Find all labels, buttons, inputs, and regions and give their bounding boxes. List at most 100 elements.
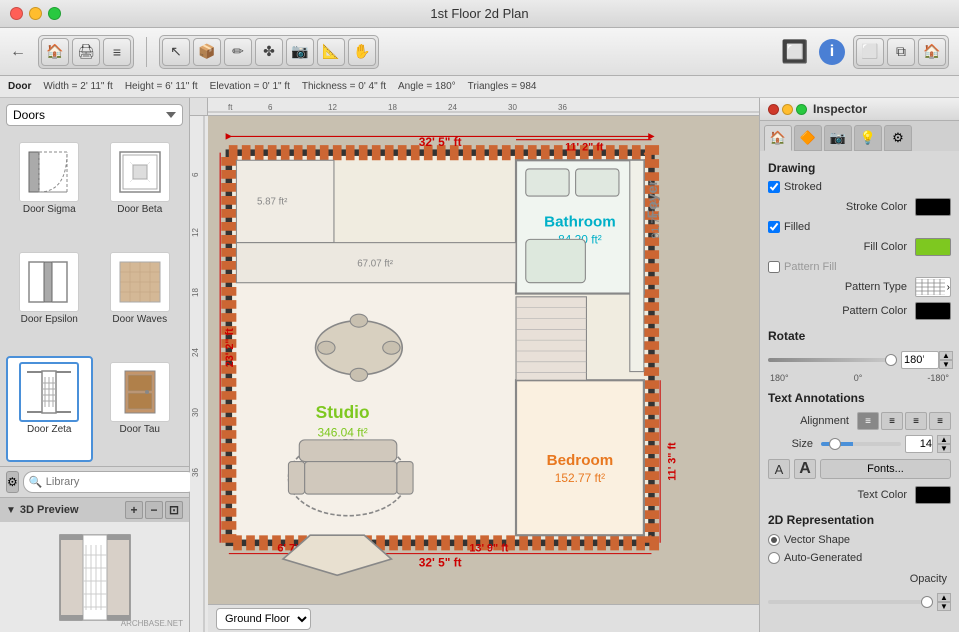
tab-light[interactable]: 💡 (854, 125, 882, 151)
door-label-sigma: Door Sigma (23, 204, 76, 215)
door-item-sigma[interactable]: Door Sigma (6, 136, 93, 242)
font-large-button[interactable]: A (794, 459, 816, 479)
preview-header: ▼ 3D Preview + − ⊡ (0, 498, 189, 522)
size-row: Size ▲ ▼ (768, 435, 951, 453)
transform-tool-button[interactable]: ✤ (255, 38, 283, 66)
info-button[interactable]: i (819, 39, 845, 65)
angle-label-zero: 0° (854, 373, 863, 383)
auto-generated-radio[interactable] (768, 552, 780, 564)
filled-checkbox[interactable] (768, 221, 780, 233)
svg-text:6: 6 (191, 172, 200, 177)
room-tool-button[interactable]: 🏠 (41, 38, 69, 66)
mini-close[interactable] (768, 104, 779, 115)
size-input[interactable] (905, 435, 933, 453)
fill-color-swatch[interactable] (915, 238, 951, 256)
angle-input[interactable] (901, 351, 939, 369)
3d-view-button[interactable]: 🏠 (918, 38, 946, 66)
mini-min[interactable] (782, 104, 793, 115)
size-down-button[interactable]: ▼ (937, 444, 951, 453)
measure-tool-button[interactable]: 📐 (317, 38, 345, 66)
camera-tool-button[interactable]: 📷 (286, 38, 314, 66)
mini-max[interactable] (796, 104, 807, 115)
minimize-button[interactable] (29, 7, 42, 20)
info-bar: Door Width = 2' 11" ft Height = 6' 11" f… (0, 76, 959, 98)
list-tool-button[interactable]: ≡ (103, 38, 131, 66)
tab-camera[interactable]: 📷 (824, 125, 852, 151)
search-input[interactable] (23, 471, 197, 493)
angle-down-button[interactable]: ▼ (939, 360, 953, 369)
tab-house[interactable]: 🏠 (764, 125, 792, 151)
door-item-tau[interactable]: Door Tau (97, 356, 184, 462)
canvas-area[interactable]: ft 6 12 18 24 30 36 6 12 18 24 (190, 98, 759, 632)
category-dropdown[interactable]: Doors (6, 104, 183, 126)
angle-up-button[interactable]: ▲ (939, 351, 953, 360)
zoom-fit-button[interactable]: ⊡ (165, 501, 183, 519)
font-buttons-row: A A Fonts... (768, 459, 951, 479)
size-slider[interactable] (821, 442, 901, 446)
font-small-button[interactable]: A (768, 459, 790, 479)
rotate-slider[interactable] (768, 358, 897, 362)
fonts-picker-button[interactable]: Fonts... (820, 459, 951, 479)
pattern-color-swatch[interactable] (915, 302, 951, 320)
tab-settings[interactable]: ⚙ (884, 125, 912, 151)
preview-area: ARCHBASE.NET (0, 522, 189, 632)
share-button[interactable]: 🔲 (779, 36, 811, 68)
pattern-type-button[interactable]: › (915, 277, 951, 297)
pattern-fill-checkbox[interactable] (768, 261, 780, 273)
rotate-slider-row: ▲ ▼ (768, 351, 951, 369)
svg-text:24: 24 (448, 103, 457, 112)
vector-shape-radio[interactable] (768, 534, 780, 546)
angle-stepper: ▲ ▼ (939, 351, 953, 369)
door-item-beta[interactable]: Door Beta (97, 136, 184, 242)
size-up-button[interactable]: ▲ (937, 435, 951, 444)
opacity-down-button[interactable]: ▼ (937, 602, 951, 611)
opacity-up-button[interactable]: ▲ (937, 593, 951, 602)
svg-text:91.71 ft²: 91.71 ft² (650, 199, 662, 239)
settings-button[interactable]: ⚙ (6, 471, 19, 493)
pattern-type-chevron: › (947, 282, 950, 293)
tab-shape[interactable]: 🔶 (794, 125, 822, 151)
back-icon[interactable]: ← (10, 43, 26, 61)
door-label-epsilon: Door Epsilon (21, 314, 78, 325)
2d-view-button[interactable]: ⬜ (856, 38, 884, 66)
door-item-epsilon[interactable]: Door Epsilon (6, 246, 93, 352)
opacity-slider[interactable] (768, 600, 933, 604)
select-tool-button[interactable]: ↖ (162, 38, 190, 66)
door-svg-epsilon (24, 257, 74, 307)
ruler-corner (190, 98, 208, 116)
zoom-out-button[interactable]: − (145, 501, 163, 519)
align-justify-button[interactable]: ≡ (929, 412, 951, 430)
fill-color-row: Fill Color (768, 237, 951, 257)
3d-split-button[interactable]: ⧉ (887, 38, 915, 66)
auto-generated-row: Auto-Generated (768, 552, 951, 564)
main-layout: Doors Door Sigma (0, 98, 959, 632)
close-button[interactable] (10, 7, 23, 20)
maximize-button[interactable] (48, 7, 61, 20)
draw-tool-button[interactable]: ✏ (224, 38, 252, 66)
door-item-waves[interactable]: Door Waves (97, 246, 184, 352)
category-dropdown-wrapper: Doors (6, 104, 183, 126)
text-color-swatch[interactable] (915, 486, 951, 504)
svg-text:18: 18 (191, 288, 200, 297)
print-tool-button[interactable]: 🖨 (72, 38, 100, 66)
pattern-type-icon (916, 279, 945, 295)
door-thumb-beta (110, 142, 170, 202)
stroked-checkbox[interactable] (768, 181, 780, 193)
pan-tool-button[interactable]: ✋ (348, 38, 376, 66)
fill-color-label: Fill Color (768, 241, 911, 253)
svg-text:Bathroom: Bathroom (544, 213, 616, 230)
align-center-button[interactable]: ≡ (881, 412, 903, 430)
zoom-in-button[interactable]: + (125, 501, 143, 519)
inspector-header: Inspector (760, 98, 959, 121)
stroke-color-swatch[interactable] (915, 198, 951, 216)
floor-select[interactable]: Ground Floor (216, 608, 311, 630)
info-thickness: Thickness = 0' 4" ft (302, 81, 386, 92)
svg-text:36: 36 (558, 103, 567, 112)
info-type: Door (8, 81, 31, 92)
align-right-button[interactable]: ≡ (905, 412, 927, 430)
object-tool-button[interactable]: 📦 (193, 38, 221, 66)
align-left-button[interactable]: ≡ (857, 412, 879, 430)
preview-toggle[interactable]: ▼ (6, 505, 16, 516)
door-item-zeta[interactable]: Door Zeta (6, 356, 93, 462)
separator-1 (146, 37, 147, 67)
